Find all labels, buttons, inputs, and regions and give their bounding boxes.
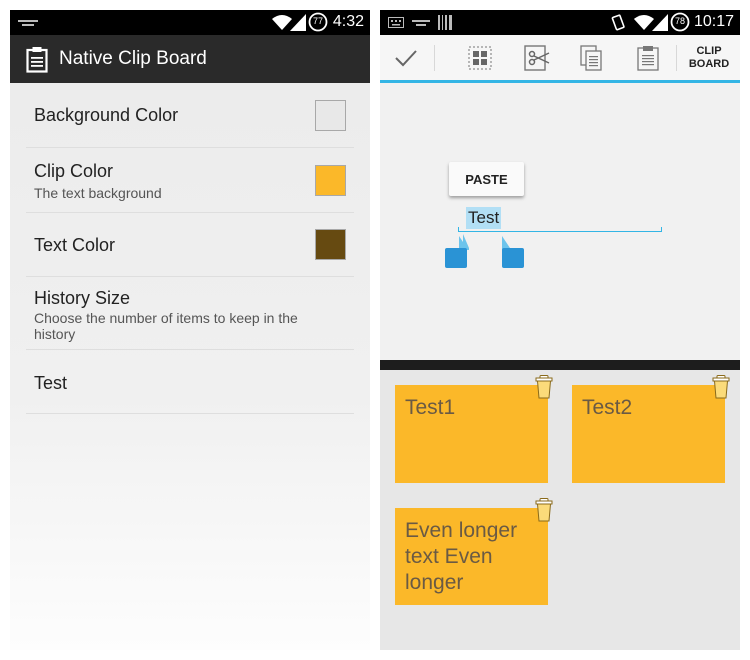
clipboard-history-panel: Test1 Test2 Even longer text Even longer	[380, 370, 740, 650]
notification-icon	[412, 20, 430, 26]
clip-item[interactable]: Test2	[572, 385, 725, 483]
preference-background-color[interactable]: Background Color	[26, 83, 354, 148]
status-bar: 78 10:17	[380, 10, 740, 35]
selection-handle-left-icon[interactable]	[445, 234, 469, 270]
wifi-icon	[272, 15, 292, 30]
settings-screen: 77 4:32 Native Clip Board Background Col…	[10, 10, 370, 650]
clip-item[interactable]: Test1	[395, 385, 548, 483]
clipboard-label-line2: BOARD	[688, 57, 730, 70]
preference-title: Background Color	[34, 105, 179, 125]
wifi-icon	[634, 15, 654, 30]
status-clock: 10:17	[693, 13, 734, 30]
trash-icon[interactable]	[535, 498, 553, 522]
clipboard-label: CLIP BOARD	[689, 45, 729, 71]
cut-button[interactable]	[515, 35, 559, 80]
battery-level: 77	[312, 16, 323, 26]
select-all-button[interactable]	[458, 35, 502, 80]
status-clock: 4:32	[332, 13, 364, 30]
preference-test[interactable]: Test	[26, 350, 354, 414]
clip-color-swatch[interactable]	[315, 165, 346, 196]
copy-button[interactable]	[570, 35, 614, 80]
app-title: Native Clip Board	[59, 48, 207, 69]
barcode-icon	[438, 15, 452, 30]
copy-icon	[580, 44, 602, 71]
notification-icon	[18, 20, 38, 26]
paste-icon	[637, 45, 659, 71]
toolbar-divider	[676, 45, 677, 71]
checkmark-icon	[395, 49, 417, 66]
clip-text: Even longer text Even longer	[405, 519, 518, 594]
clipboard-button[interactable]: CLIP BOARD	[680, 35, 738, 80]
clip-item[interactable]: Even longer text Even longer	[395, 508, 548, 605]
text-input-underline-tick	[661, 227, 662, 232]
preference-title: Text Color	[34, 235, 116, 255]
text-input-underline	[458, 231, 662, 232]
text-input[interactable]: Test	[466, 207, 502, 229]
clipboard-screen: 78 10:17 CLIP BOARD PASTE Test Test1 Tes…	[380, 10, 740, 650]
status-bar: 77 4:32	[10, 10, 370, 35]
signal-icon	[652, 14, 668, 31]
done-button[interactable]	[380, 35, 432, 80]
signal-icon	[290, 14, 306, 31]
trash-icon[interactable]	[712, 375, 730, 399]
action-bar: Native Clip Board	[10, 35, 370, 83]
clipboard-icon[interactable]	[26, 46, 48, 73]
paste-popup-button[interactable]: PASTE	[449, 162, 524, 196]
preference-title: History Size	[34, 288, 131, 308]
preference-summary: The text background	[34, 185, 162, 201]
trash-icon[interactable]	[535, 375, 553, 399]
preference-title: Test	[34, 373, 68, 393]
cut-icon	[524, 44, 550, 71]
selection-handle-right-icon[interactable]	[500, 234, 524, 270]
preference-title: Clip Color	[34, 161, 114, 181]
preference-text-color[interactable]: Text Color	[26, 213, 354, 277]
clip-text: Test1	[405, 396, 456, 419]
preference-summary: Choose the number of items to keep in th…	[34, 310, 298, 342]
select-all-icon	[468, 46, 492, 69]
keyboard-icon	[388, 17, 404, 28]
clipboard-panel-divider	[380, 360, 740, 370]
clipboard-label-line1: CLIP	[696, 44, 722, 57]
vibrate-icon	[611, 14, 625, 31]
paste-button[interactable]	[626, 35, 670, 80]
text-input-underline-tick	[458, 227, 459, 232]
battery-level: 78	[674, 16, 685, 26]
background-color-swatch[interactable]	[315, 100, 346, 131]
contextual-action-bar: CLIP BOARD	[380, 35, 740, 83]
preference-history-size[interactable]: History Size Choose the number of items …	[26, 277, 354, 350]
text-color-swatch[interactable]	[315, 229, 346, 260]
toolbar-divider	[434, 45, 435, 71]
preference-clip-color[interactable]: Clip Color The text background	[26, 148, 354, 213]
clip-text: Test2	[582, 396, 633, 419]
